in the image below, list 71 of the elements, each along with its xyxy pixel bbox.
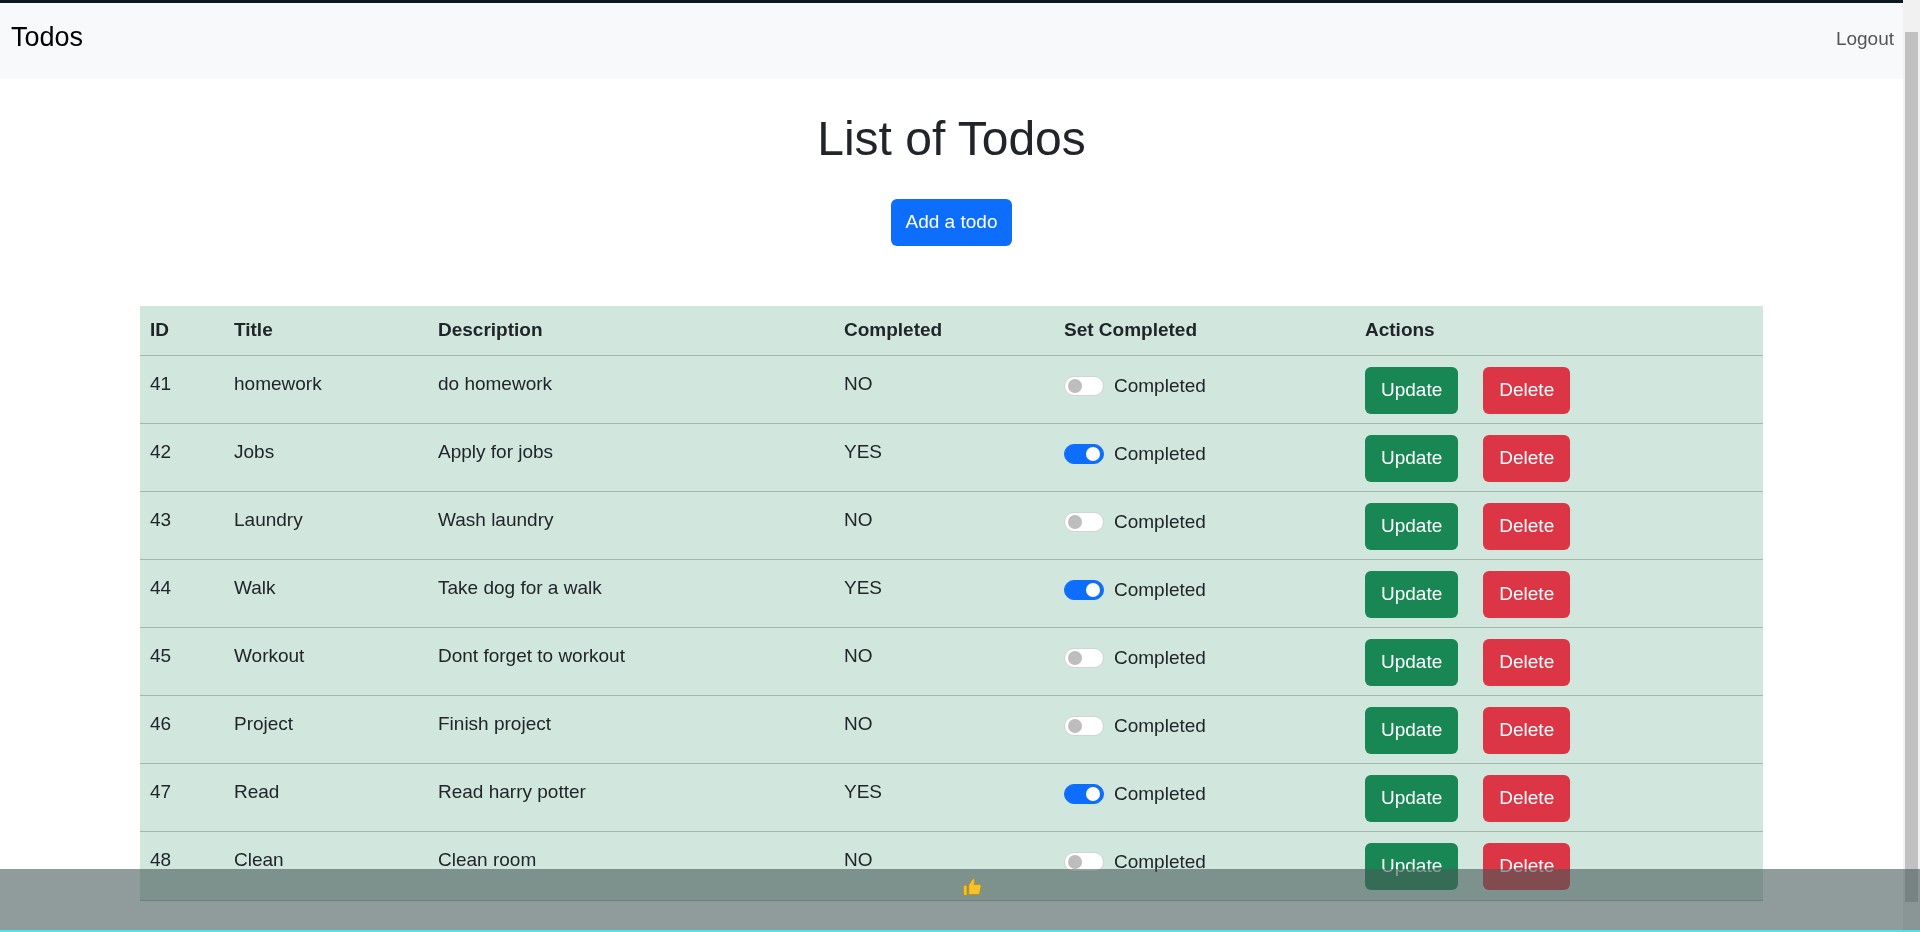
update-button[interactable]: Update	[1365, 367, 1459, 414]
table-cell: YES	[844, 441, 883, 462]
table-cell: 42	[150, 441, 172, 462]
toggle-switch[interactable]	[1064, 784, 1104, 805]
table-cell: Laundry	[234, 509, 303, 530]
delete-button[interactable]: Delete	[1483, 775, 1571, 822]
delete-button[interactable]: Delete	[1483, 571, 1571, 618]
toggle-label: Completed	[1114, 374, 1206, 398]
table-cell: Jobs	[234, 441, 275, 462]
toggle-switch[interactable]	[1064, 580, 1104, 601]
table-cell: NO	[844, 509, 873, 530]
update-button[interactable]: Update	[1365, 707, 1459, 754]
column-header: Description	[438, 319, 543, 341]
update-button[interactable]: Update	[1365, 775, 1459, 822]
thumbs-up-icon	[962, 877, 982, 897]
table-cell: 41	[150, 373, 172, 394]
table-cell: Workout	[234, 645, 305, 666]
table-cell: Clean	[234, 849, 284, 870]
update-button[interactable]: Update	[1365, 571, 1459, 618]
table-cell: YES	[844, 577, 883, 598]
table-cell: Apply for jobs	[438, 441, 554, 462]
table-cell: 47	[150, 781, 172, 802]
table-cell: NO	[844, 373, 873, 394]
table-cell: Dont forget to workout	[438, 645, 625, 666]
toggle-label: Completed	[1114, 442, 1206, 466]
table-cell: Clean room	[438, 849, 537, 870]
column-header: Set Completed	[1064, 319, 1198, 341]
delete-button[interactable]: Delete	[1483, 843, 1571, 890]
update-button[interactable]: Update	[1365, 435, 1459, 482]
table-cell: 43	[150, 509, 172, 530]
delete-button[interactable]: Delete	[1483, 367, 1571, 414]
toggle-label: Completed	[1114, 782, 1206, 806]
toggle-label: Completed	[1114, 578, 1206, 602]
table-cell: 46	[150, 713, 172, 734]
delete-button[interactable]: Delete	[1483, 707, 1571, 754]
table-cell: NO	[844, 849, 873, 870]
table-cell: NO	[844, 645, 873, 666]
table-cell: Read harry potter	[438, 781, 586, 802]
scrollbar-thumb[interactable]	[1905, 32, 1918, 902]
table-cell: Finish project	[438, 713, 551, 734]
delete-button[interactable]: Delete	[1483, 435, 1571, 482]
table-cell: YES	[844, 781, 883, 802]
table-cell: NO	[844, 713, 873, 734]
add-todo-button[interactable]: Add a todo	[890, 199, 1013, 246]
toggle-label: Completed	[1114, 646, 1206, 670]
delete-button[interactable]: Delete	[1483, 639, 1571, 686]
toggle-label: Completed	[1114, 714, 1206, 738]
table-cell: Project	[234, 713, 294, 734]
table-cell: Take dog for a walk	[438, 577, 602, 598]
toggle-switch[interactable]	[1064, 444, 1104, 465]
table-cell: do homework	[438, 373, 553, 394]
update-button[interactable]: Update	[1365, 843, 1459, 890]
update-button[interactable]: Update	[1365, 503, 1459, 550]
page-heading: List of Todos	[817, 111, 1086, 167]
table-cell: Read	[234, 781, 280, 802]
table-cell: homework	[234, 373, 322, 394]
column-header: Actions	[1365, 319, 1435, 341]
update-button[interactable]: Update	[1365, 639, 1459, 686]
table-cell: Walk	[234, 577, 276, 598]
logout-link[interactable]: Logout	[1835, 25, 1894, 54]
table-cell: 48	[150, 849, 172, 870]
toggle-label: Completed	[1114, 510, 1206, 534]
table-cell: 44	[150, 577, 172, 598]
table-cell: 45	[150, 645, 172, 666]
brand-title[interactable]: Todos	[11, 17, 84, 58]
delete-button[interactable]: Delete	[1483, 503, 1571, 550]
toggle-label: Completed	[1114, 850, 1206, 874]
column-header: Completed	[844, 319, 943, 341]
table-cell: Wash laundry	[438, 509, 554, 530]
column-header: Title	[234, 319, 273, 341]
column-header: ID	[150, 319, 169, 341]
